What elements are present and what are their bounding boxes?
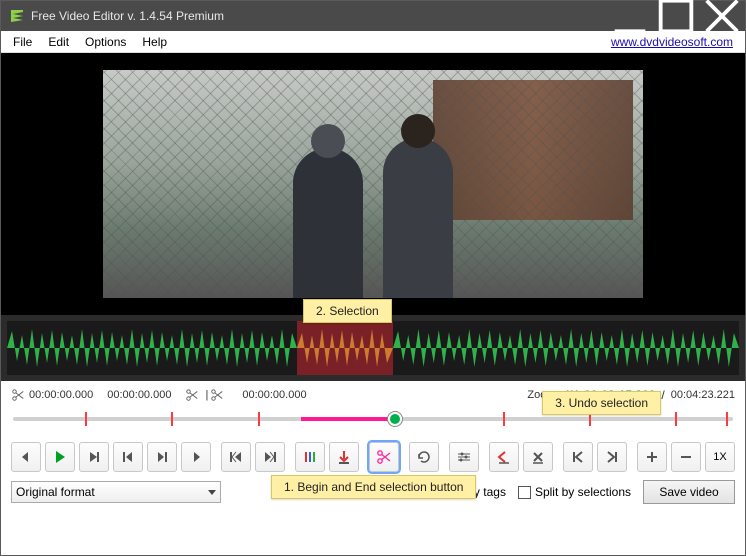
- scissors-icon: [210, 388, 224, 402]
- callout-undo-selection: 3. Undo selection: [542, 391, 661, 415]
- minimize-button[interactable]: [607, 1, 653, 31]
- video-preview-area: 2. Selection: [1, 53, 745, 315]
- play-range-button[interactable]: [79, 442, 109, 472]
- delete-selection-button[interactable]: [523, 442, 553, 472]
- set-marker-button[interactable]: [329, 442, 359, 472]
- next-frame-button[interactable]: [147, 442, 177, 472]
- format-selected-value: Original format: [16, 485, 95, 499]
- total-duration: 00:04:23.221: [671, 389, 735, 401]
- jump-start-button[interactable]: [221, 442, 251, 472]
- maximize-button[interactable]: [653, 1, 699, 31]
- waveform-track[interactable]: [1, 315, 745, 381]
- step-forward-button[interactable]: [181, 442, 211, 472]
- video-content: [383, 138, 453, 298]
- menu-bar: File Edit Options Help www.dvdvideosoft.…: [1, 31, 745, 53]
- markers-button[interactable]: [295, 442, 325, 472]
- in-point-time: 00:00:00.000: [107, 389, 171, 401]
- video-frame[interactable]: [103, 70, 643, 298]
- close-button[interactable]: [699, 1, 745, 31]
- video-content: [293, 148, 363, 298]
- split-by-selections-checkbox[interactable]: Split by selections: [518, 485, 631, 499]
- begin-end-selection-button[interactable]: [369, 442, 399, 472]
- zoom-out-button[interactable]: [671, 442, 701, 472]
- save-video-button[interactable]: Save video: [643, 480, 735, 504]
- settings-button[interactable]: [449, 442, 479, 472]
- callout-selection: 2. Selection: [303, 299, 392, 323]
- format-select[interactable]: Original format: [11, 481, 221, 503]
- video-content: [103, 70, 643, 298]
- out-point-time: 00:00:00.000: [242, 389, 306, 401]
- cut-start-time: 00:00:00.000: [11, 388, 93, 402]
- goto-selection-end-button[interactable]: [597, 442, 627, 472]
- waveform-segment: [393, 321, 739, 375]
- callout-begin-end: 1. Begin and End selection button: [271, 475, 476, 499]
- chevron-down-icon: [208, 490, 216, 495]
- scissors-icon: [11, 388, 25, 402]
- step-back-button[interactable]: [11, 442, 41, 472]
- menu-help[interactable]: Help: [134, 33, 175, 51]
- website-link[interactable]: www.dvdvideosoft.com: [611, 35, 741, 49]
- undo-selection-button[interactable]: [489, 442, 519, 472]
- scissors-icon: [185, 388, 199, 402]
- rotate-button[interactable]: [409, 442, 439, 472]
- menu-edit[interactable]: Edit: [40, 33, 77, 51]
- waveform-selection[interactable]: [297, 321, 393, 375]
- window-title: Free Video Editor v. 1.4.54 Premium: [31, 9, 607, 23]
- title-bar: Free Video Editor v. 1.4.54 Premium: [1, 1, 745, 31]
- editor-toolbar: 1X: [1, 435, 745, 479]
- zoom-reset-button[interactable]: 1X: [705, 442, 735, 472]
- scissor-divider: |: [185, 388, 228, 402]
- scrub-selection[interactable]: [301, 417, 395, 421]
- prev-frame-button[interactable]: [113, 442, 143, 472]
- goto-selection-start-button[interactable]: [563, 442, 593, 472]
- jump-end-button[interactable]: [255, 442, 285, 472]
- waveform-segment: [7, 321, 297, 375]
- menu-file[interactable]: File: [5, 33, 40, 51]
- checkbox-icon: [518, 486, 531, 499]
- play-button[interactable]: [45, 442, 75, 472]
- timeline-scrubber[interactable]: 3. Undo selection: [1, 405, 745, 435]
- window-controls: [607, 1, 745, 31]
- zoom-in-button[interactable]: [637, 442, 667, 472]
- app-icon: [9, 8, 25, 24]
- menu-options[interactable]: Options: [77, 33, 134, 51]
- bottom-bar: Original format 1. Begin and End selecti…: [1, 479, 745, 511]
- playhead-handle[interactable]: [388, 412, 402, 426]
